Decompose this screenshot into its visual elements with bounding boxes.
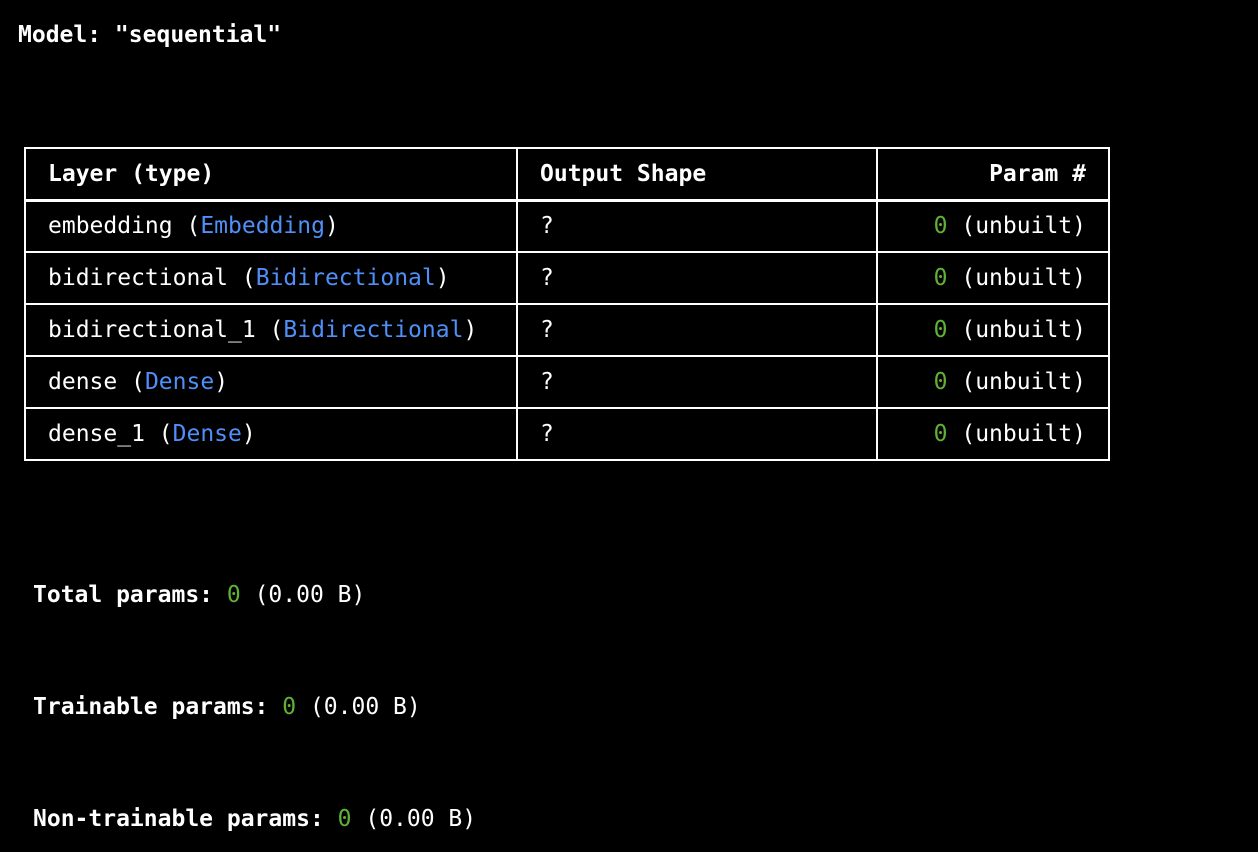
layer-type: Dense (172, 421, 242, 447)
output-shape-cell: ? (516, 251, 878, 305)
table-row: embedding (Embedding) ? 0 (unbuilt) (24, 199, 1110, 253)
total-params-label: Total params: (33, 582, 227, 608)
model-title: Model: "sequential" (18, 22, 282, 48)
param-count: 0 (933, 421, 948, 447)
non-trainable-params-value: 0 (337, 806, 352, 832)
header-output-shape: Output Shape (516, 147, 878, 202)
non-trainable-params-label: Non-trainable params: (33, 806, 338, 832)
model-summary-table: Layer (type) Output Shape Param # embedd… (24, 147, 1110, 461)
non-trainable-params-size: (0.00 B) (351, 806, 477, 832)
layer-type: Embedding (200, 213, 325, 240)
layer-cell: dense_1 (Dense) (24, 407, 518, 461)
total-params-value: 0 (226, 582, 241, 608)
trainable-params-size: (0.00 B) (296, 694, 421, 720)
output-shape-cell: ? (516, 355, 878, 409)
param-count: 0 (933, 317, 948, 343)
table-row: dense_1 (Dense) ? 0 (unbuilt) (24, 407, 1110, 461)
param-cell: 0 (unbuilt) (876, 407, 1110, 461)
layer-name: dense (48, 369, 118, 395)
layer-name: embedding (48, 213, 173, 240)
param-count: 0 (933, 369, 948, 395)
layer-type: Bidirectional (255, 265, 436, 291)
layer-type: Dense (144, 369, 215, 395)
layer-name: bidirectional (48, 265, 229, 291)
header-param-count: Param # (876, 147, 1110, 202)
param-note: (unbuilt) (947, 369, 1086, 395)
layer-name: bidirectional_1 (48, 317, 256, 343)
output-shape-cell: ? (516, 303, 878, 357)
table-row: bidirectional (Bidirectional) ? 0 (unbui… (24, 251, 1110, 305)
layer-cell: bidirectional_1 (Bidirectional) (24, 303, 518, 357)
output-shape-cell: ? (516, 199, 878, 253)
param-cell: 0 (unbuilt) (876, 199, 1110, 253)
trainable-params-value: 0 (282, 694, 297, 720)
non-trainable-params-line: Non-trainable params: 0 (0.00 B) (33, 804, 476, 834)
layer-name: dense_1 (48, 421, 145, 447)
output-shape-cell: ? (516, 407, 878, 461)
layer-cell: embedding (Embedding) (24, 199, 518, 253)
total-params-size: (0.00 B) (240, 582, 366, 608)
param-cell: 0 (unbuilt) (876, 251, 1110, 305)
trainable-params-line: Trainable params: 0 (0.00 B) (33, 692, 421, 722)
trainable-params-label: Trainable params: (33, 694, 283, 720)
param-note: (unbuilt) (947, 213, 1086, 240)
param-note: (unbuilt) (947, 317, 1086, 343)
param-cell: 0 (unbuilt) (876, 303, 1110, 357)
table-row: bidirectional_1 (Bidirectional) ? 0 (unb… (24, 303, 1110, 357)
param-cell: 0 (unbuilt) (876, 355, 1110, 409)
table-header-row: Layer (type) Output Shape Param # (24, 147, 1110, 202)
layer-cell: bidirectional (Bidirectional) (24, 251, 518, 305)
table-row: dense (Dense) ? 0 (unbuilt) (24, 355, 1110, 409)
layer-cell: dense (Dense) (24, 355, 518, 409)
param-note: (unbuilt) (947, 421, 1086, 447)
total-params-line: Total params: 0 (0.00 B) (33, 580, 365, 610)
param-count: 0 (933, 265, 948, 291)
header-layer-type: Layer (type) (24, 147, 518, 202)
param-note: (unbuilt) (947, 265, 1086, 291)
param-count: 0 (933, 213, 948, 240)
layer-type: Bidirectional (283, 317, 464, 343)
